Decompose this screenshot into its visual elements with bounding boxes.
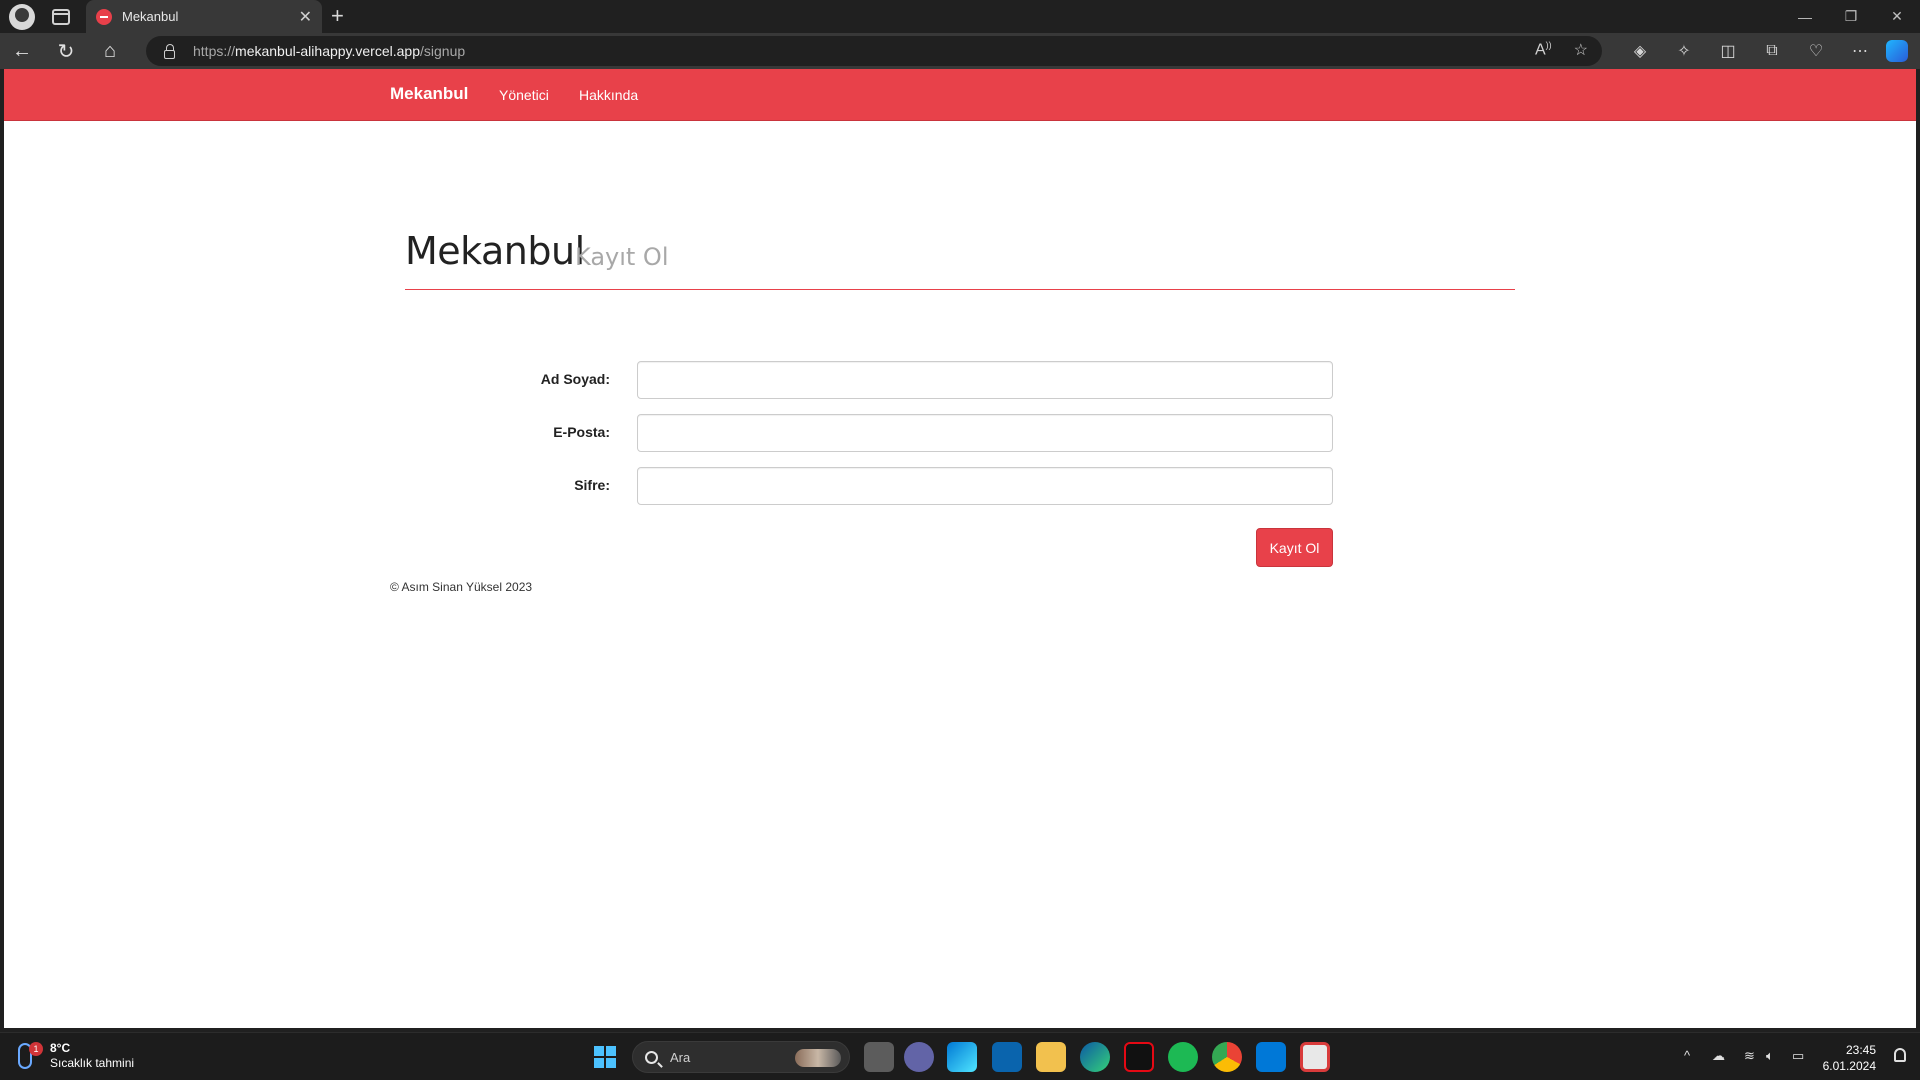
close-window-icon[interactable]: ✕ xyxy=(1874,0,1920,33)
read-aloud-icon[interactable]: A)) xyxy=(1535,40,1552,60)
tab-actions-icon[interactable] xyxy=(52,8,70,25)
clock-date: 6.01.2024 xyxy=(1822,1059,1876,1073)
nav-link-yonetici[interactable]: Yönetici xyxy=(499,87,549,103)
site-favicon-icon xyxy=(96,8,112,25)
split-screen-icon[interactable]: ◫ xyxy=(1706,41,1750,61)
extensions-puzzle-icon[interactable]: ✧ xyxy=(1662,41,1706,61)
toolbar-right-icons: ◈ ✧ ◫ ⧉ ♡ ⋯ xyxy=(1618,33,1920,69)
onedrive-cloud-icon[interactable]: ☁ xyxy=(1712,1048,1725,1064)
window-controls: — ❐ ✕ xyxy=(1782,0,1920,33)
password-input[interactable] xyxy=(637,467,1333,505)
footer-copyright: © Asım Sinan Yüksel 2023 xyxy=(390,580,533,594)
lock-icon[interactable] xyxy=(164,43,175,59)
snipping-tool-icon[interactable] xyxy=(1300,1042,1330,1072)
spotify-icon[interactable] xyxy=(1168,1042,1198,1072)
teams-chat-icon[interactable] xyxy=(904,1042,934,1072)
vscode-icon[interactable] xyxy=(1256,1042,1286,1072)
password-label: Sifre: xyxy=(574,477,610,493)
windows-start-icon[interactable] xyxy=(594,1046,616,1068)
back-arrow-icon[interactable]: ← xyxy=(0,33,44,69)
clock-time: 23:45 xyxy=(1845,1043,1876,1057)
name-label: Ad Soyad: xyxy=(540,371,610,387)
url-text[interactable]: https://mekanbul-alihappy.vercel.app/sig… xyxy=(193,43,465,59)
nav-link-hakkinda[interactable]: Hakkında xyxy=(579,87,638,103)
home-icon[interactable]: ⌂ xyxy=(88,33,132,69)
search-icon xyxy=(645,1050,658,1064)
extension-icon[interactable]: ◈ xyxy=(1618,41,1662,61)
new-tab-icon[interactable]: + xyxy=(331,3,344,29)
thermometer-icon: 1 xyxy=(18,1042,43,1069)
site-navbar: Mekanbul Yönetici Hakkında xyxy=(4,69,1916,121)
navbar-brand[interactable]: Mekanbul xyxy=(390,84,468,104)
page-header: Mekanbul Kayıt Ol xyxy=(405,229,1515,290)
outlook-icon[interactable] xyxy=(992,1042,1022,1072)
search-highlight-image xyxy=(795,1049,841,1067)
battery-icon[interactable]: ▭ xyxy=(1792,1048,1804,1064)
netflix-icon[interactable] xyxy=(1124,1042,1154,1072)
tab-title: Mekanbul xyxy=(122,9,179,24)
restore-icon[interactable]: ❐ xyxy=(1828,0,1874,33)
page-title: Mekanbul xyxy=(405,229,585,273)
taskbar-search[interactable]: Ara xyxy=(632,1041,850,1073)
url-scheme: https:// xyxy=(193,43,236,59)
more-options-icon[interactable]: ⋯ xyxy=(1838,41,1882,61)
url-host: mekanbul-alihappy.vercel.app xyxy=(235,43,420,59)
task-view-icon[interactable] xyxy=(864,1042,894,1072)
minimize-icon[interactable]: — xyxy=(1782,0,1828,33)
microsoft-store-icon[interactable] xyxy=(947,1042,977,1072)
name-input[interactable] xyxy=(637,361,1333,399)
email-label: E-Posta: xyxy=(553,424,610,440)
address-bar[interactable]: https://mekanbul-alihappy.vercel.app/sig… xyxy=(146,36,1602,66)
browser-essentials-icon[interactable]: ♡ xyxy=(1794,41,1838,61)
browser-title-bar: Mekanbul ✕ + — ❐ ✕ xyxy=(0,0,1920,33)
weather-description: Sıcaklık tahmini xyxy=(50,1056,135,1070)
page-viewport: Mekanbul Yönetici Hakkında Mekanbul Kayı… xyxy=(4,69,1916,1028)
url-path: /signup xyxy=(420,43,466,59)
volume-icon[interactable]: 🔈︎ xyxy=(1766,1048,1774,1064)
tab-close-icon[interactable]: ✕ xyxy=(299,7,312,27)
system-clock[interactable]: 23:45 6.01.2024 xyxy=(1823,1042,1876,1074)
copilot-icon[interactable] xyxy=(1886,40,1908,62)
notification-bell-icon[interactable] xyxy=(1894,1048,1906,1062)
email-input[interactable] xyxy=(637,414,1333,452)
search-placeholder: Ara xyxy=(670,1049,691,1065)
page-subtitle: Kayıt Ol xyxy=(575,243,669,271)
browser-toolbar: ← ↻ ⌂ https://mekanbul-alihappy.vercel.a… xyxy=(0,33,1920,69)
file-explorer-icon[interactable] xyxy=(1036,1042,1066,1072)
weather-widget[interactable]: 1 8°C Sıcaklık tahmini xyxy=(18,1041,134,1071)
taskbar: 1 8°C Sıcaklık tahmini Ara ^ ☁ ≋ 🔈︎ ▭ 23… xyxy=(0,1032,1920,1080)
browser-tab-active[interactable]: Mekanbul ✕ xyxy=(86,0,322,33)
profile-avatar-icon[interactable] xyxy=(9,3,35,30)
notification-badge: 1 xyxy=(29,1042,43,1056)
wifi-icon[interactable]: ≋ xyxy=(1744,1048,1755,1064)
refresh-icon[interactable]: ↻ xyxy=(44,33,88,69)
chrome-icon[interactable] xyxy=(1212,1042,1242,1072)
signup-button[interactable]: Kayıt Ol xyxy=(1256,528,1333,567)
favorite-star-icon[interactable]: ☆ xyxy=(1574,40,1588,60)
edge-icon[interactable] xyxy=(1080,1042,1110,1072)
weather-temperature: 8°C xyxy=(50,1041,71,1055)
tray-chevron-up-icon[interactable]: ^ xyxy=(1684,1048,1690,1063)
collections-icon[interactable]: ⧉ xyxy=(1750,42,1794,60)
